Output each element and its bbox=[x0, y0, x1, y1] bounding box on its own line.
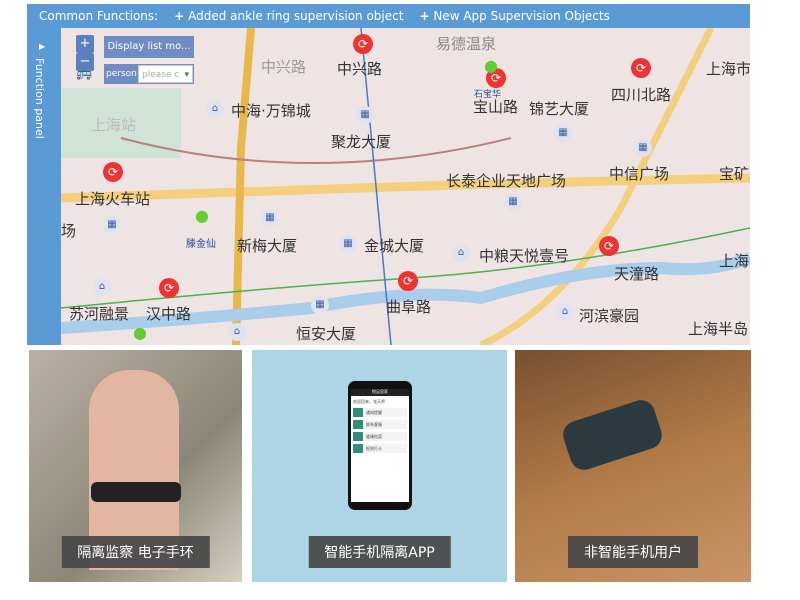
metro-station-icon[interactable]: ⟳ bbox=[159, 278, 179, 298]
new-app-supervision-label: New App Supervision Objects bbox=[433, 9, 610, 23]
building-icon[interactable]: ▦ bbox=[339, 235, 357, 253]
device-caption: 非智能手机用户 bbox=[568, 536, 698, 568]
new-app-supervision-button[interactable]: + New App Supervision Objects bbox=[419, 9, 609, 23]
display-list-button[interactable]: Display list mo... bbox=[104, 36, 194, 58]
map-label: 天潼路 bbox=[614, 265, 660, 283]
building-icon[interactable]: ▦ bbox=[356, 106, 374, 124]
map-label: 长泰企业天地广场 bbox=[446, 172, 567, 190]
map-label: 石宝华 bbox=[474, 90, 502, 100]
metro-station-icon[interactable]: ⟳ bbox=[631, 58, 651, 78]
map-label: 金城大厦 bbox=[364, 237, 425, 255]
map-label: 上海火车站 bbox=[75, 190, 151, 208]
bracelet-caption: 隔离监察 电子手环 bbox=[61, 536, 210, 568]
map-label: 中兴路 bbox=[261, 58, 307, 76]
building-icon[interactable]: ▦ bbox=[634, 139, 652, 157]
metro-station-icon[interactable]: ⟳ bbox=[599, 236, 619, 256]
person-select-value: please c bbox=[142, 70, 180, 80]
app-menu-item: 报到打卡 bbox=[353, 444, 407, 453]
map-label: 中海·万锦城 bbox=[231, 102, 311, 120]
map-label: 曲阜路 bbox=[386, 298, 432, 316]
function-panel-toggle[interactable]: ▶ Function panel bbox=[27, 28, 61, 345]
common-functions-label: Common Functions: bbox=[39, 9, 159, 23]
map-view[interactable]: 中兴路 中兴路 易德温泉 宝山路 锦艺大厦 四川北路 上海市一人民医 中海·万锦… bbox=[61, 28, 750, 345]
person-label: person bbox=[106, 69, 137, 79]
home-icon[interactable]: ⌂ bbox=[228, 323, 246, 341]
app-card[interactable]: 悦足居家 欢迎回来，张天师 通知提醒 联系客服 健康档案 报到打卡 智能手机隔离… bbox=[252, 350, 507, 582]
plus-icon: + bbox=[419, 9, 430, 23]
app-menu-item: 通知提醒 bbox=[353, 408, 407, 417]
home-icon[interactable]: ⌂ bbox=[93, 278, 111, 296]
map-label: 滕金仙 bbox=[186, 239, 216, 250]
map-label: 上海站 bbox=[91, 116, 137, 134]
map-label: 中信广场 bbox=[609, 165, 670, 183]
map-label: 中粮天悦壹号 bbox=[479, 247, 570, 265]
app-caption: 智能手机隔离APP bbox=[308, 536, 451, 568]
building-icon[interactable]: ▦ bbox=[554, 124, 572, 142]
app-menu-item: 联系客服 bbox=[353, 420, 407, 429]
building-icon[interactable]: ▦ bbox=[504, 193, 522, 211]
map-label: 新梅大厦 bbox=[237, 237, 298, 255]
add-ankle-ring-button[interactable]: + Added ankle ring supervision object bbox=[174, 9, 403, 23]
person-filter: person please c ▾ bbox=[104, 64, 194, 84]
caret-right-icon: ▶ bbox=[39, 42, 46, 51]
app-greeting: 欢迎回来，张天师 bbox=[353, 399, 385, 404]
location-pin-icon[interactable]: ● bbox=[195, 206, 209, 225]
building-icon[interactable]: ▦ bbox=[311, 296, 329, 314]
map-label: 四川北路 bbox=[611, 86, 672, 104]
building-icon[interactable]: ▦ bbox=[261, 209, 279, 227]
map-label: 苏河融景 bbox=[69, 305, 130, 323]
map-label: 恒安大厦 bbox=[296, 325, 357, 343]
building-icon[interactable]: ▦ bbox=[103, 216, 121, 234]
map-label: 易德温泉 bbox=[436, 35, 497, 53]
map-label: 锦艺大厦 bbox=[529, 100, 590, 118]
app-menu-item: 健康档案 bbox=[353, 432, 407, 441]
home-icon[interactable]: ⌂ bbox=[452, 244, 470, 262]
home-icon[interactable]: ⌂ bbox=[206, 100, 224, 118]
bracelet-image bbox=[91, 482, 181, 502]
map-label: 汉中路 bbox=[146, 305, 192, 323]
map-label: 河滨豪园 bbox=[579, 307, 640, 325]
caret-down-icon: ▾ bbox=[184, 70, 189, 80]
tracker-device-image bbox=[559, 396, 666, 474]
map-label: 上海市一人民医 bbox=[706, 60, 750, 78]
map-label: 宝矿 bbox=[719, 165, 750, 183]
metro-station-icon[interactable]: ⟳ bbox=[103, 162, 123, 182]
plus-icon: + bbox=[174, 9, 185, 23]
device-card[interactable]: 非智能手机用户 bbox=[515, 350, 751, 582]
location-pin-icon[interactable]: ● bbox=[133, 323, 147, 342]
zoom-in-button[interactable]: + bbox=[76, 35, 94, 53]
map-label: 上海 bbox=[719, 252, 750, 270]
person-select[interactable]: please c ▾ bbox=[138, 65, 193, 83]
home-icon[interactable]: ⌂ bbox=[556, 303, 574, 321]
map-label: 场 bbox=[61, 222, 77, 240]
metro-station-icon[interactable]: ⟳ bbox=[398, 271, 418, 291]
add-ankle-ring-label: Added ankle ring supervision object bbox=[188, 9, 404, 23]
map-label: 聚龙大厦 bbox=[331, 133, 392, 151]
metro-station-icon[interactable]: ⟳ bbox=[353, 34, 373, 54]
map-label: 上海半岛 bbox=[688, 320, 749, 338]
bus-icon[interactable]: 🚌 bbox=[76, 66, 92, 81]
function-panel-label: Function panel bbox=[33, 58, 46, 139]
app-title: 悦足居家 bbox=[351, 389, 409, 396]
phone-image: 悦足居家 欢迎回来，张天师 通知提醒 联系客服 健康档案 报到打卡 bbox=[348, 381, 412, 510]
common-functions-bar: Common Functions: + Added ankle ring sup… bbox=[27, 4, 750, 28]
map-label: 中兴路 bbox=[337, 60, 383, 78]
location-pin-icon[interactable]: ● bbox=[484, 56, 498, 75]
bracelet-card[interactable]: 隔离监察 电子手环 bbox=[29, 350, 242, 582]
